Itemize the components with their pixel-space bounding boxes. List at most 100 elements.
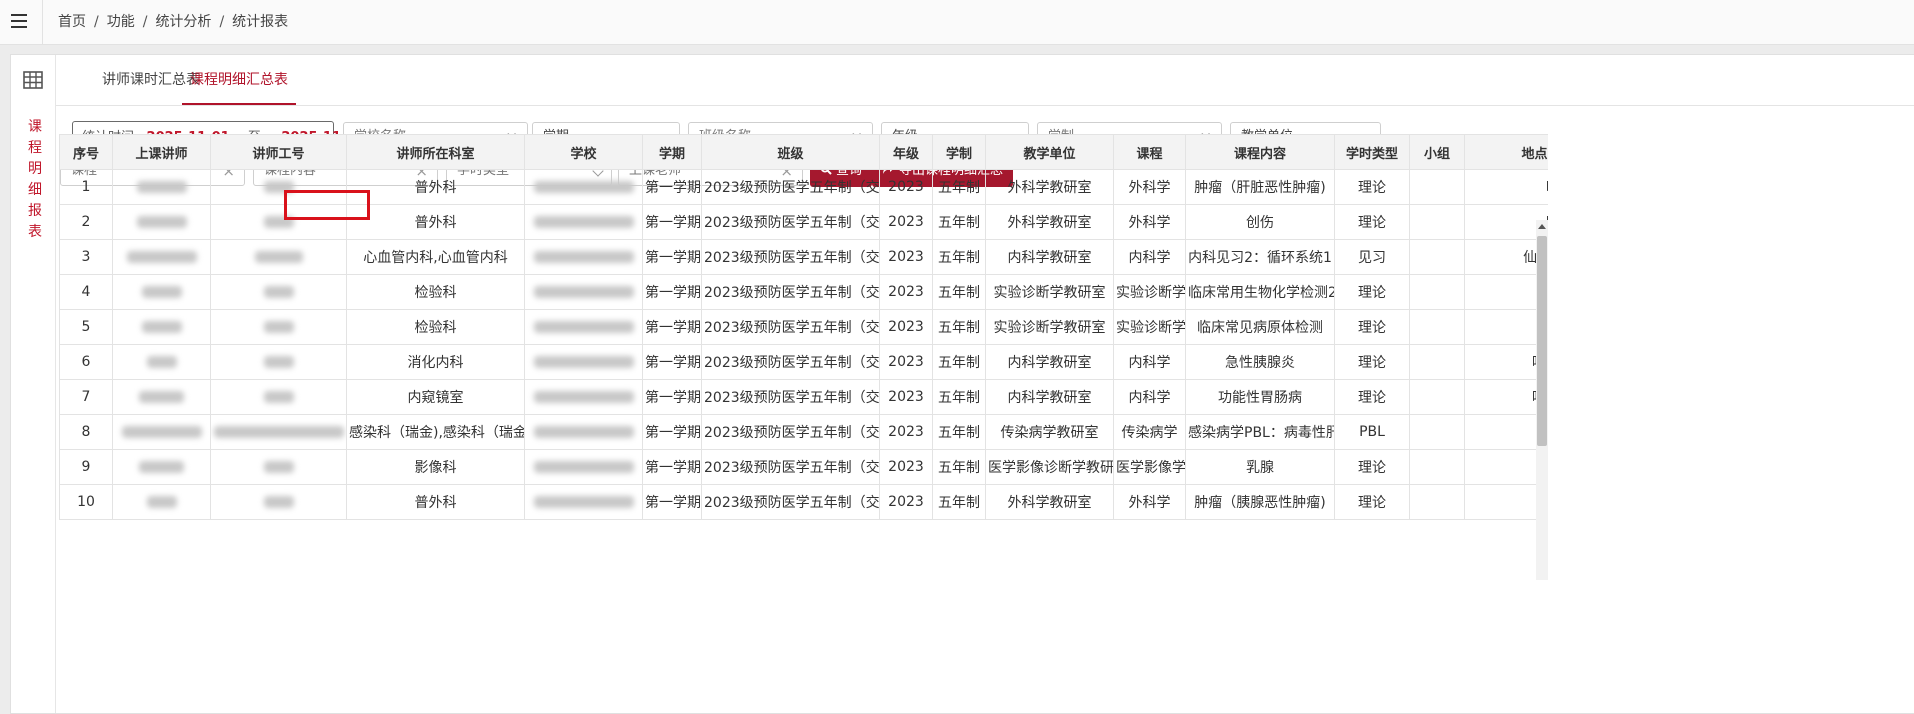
redacted-value — [533, 356, 634, 368]
school — [524, 379, 643, 415]
redacted-value — [533, 426, 634, 438]
group — [1409, 204, 1465, 240]
group — [1409, 274, 1465, 310]
course: 外科学 — [1113, 169, 1186, 205]
scroll-thumb[interactable] — [1537, 236, 1547, 446]
teacher-name — [112, 449, 211, 485]
table-icon[interactable] — [23, 71, 43, 89]
hour-type: 理论 — [1334, 379, 1410, 415]
row-index: 9 — [59, 449, 113, 485]
table-row[interactable]: 8 感染科（瑞金),感染科（瑞金) 第一学期2023级预防医学五年制（交医)2023… — [59, 414, 1548, 450]
term: 第一学期 — [642, 239, 702, 275]
teacher-name — [112, 239, 211, 275]
teacher-id — [210, 449, 347, 485]
system: 五年制 — [932, 274, 986, 310]
redacted-value — [146, 496, 177, 508]
content: 肿瘤（肝脏恶性肿瘤) — [1185, 169, 1335, 205]
table-row[interactable]: 6 消化内科 第一学期2023级预防医学五年制（交医)2023五年制内科学教研室内科… — [59, 344, 1548, 380]
content: 临床常用生物化学检测2 — [1185, 274, 1335, 310]
table-row[interactable]: 3心血管内科,心血管内科第一学期2023级预防医学五年制（交医)2023五年制内… — [59, 239, 1548, 275]
redacted-value — [533, 286, 634, 298]
table-row[interactable]: 1 普外科 第一学期2023级预防医学五年制（交医)2023五年制外科学教研室外科学… — [59, 169, 1548, 205]
header-department: 讲师所在科室 — [346, 134, 525, 170]
course: 实验诊断学 — [1113, 309, 1186, 345]
redacted-value — [126, 251, 197, 263]
class-name: 2023级预防医学五年制（交医) — [701, 484, 880, 520]
unit: 内科学教研室 — [985, 344, 1114, 380]
hour-type: 理论 — [1334, 344, 1410, 380]
row-index: 7 — [59, 379, 113, 415]
class-name: 2023级预防医学五年制（交医) — [701, 239, 880, 275]
teacher-name — [112, 379, 211, 415]
breadcrumb-current: 统计报表 — [232, 14, 289, 30]
table-row[interactable]: 5 检验科 第一学期2023级预防医学五年制（交医)2023五年制实验诊断学教研室实… — [59, 309, 1548, 345]
course: 内科学 — [1113, 379, 1186, 415]
teacher-name — [112, 169, 211, 205]
header-group: 小组 — [1409, 134, 1465, 170]
grade: 2023 — [879, 239, 933, 275]
table-row[interactable]: 10 普外科 第一学期2023级预防医学五年制（交医)2023五年制外科学教研室外科… — [59, 484, 1548, 520]
unit: 实验诊断学教研室 — [985, 274, 1114, 310]
data-table: 序号 上课讲师 讲师工号 讲师所在科室 学校 学期 班级 年级 学制 教学单位 课程 课程内容 学时类型… — [59, 134, 1548, 658]
redacted-value — [263, 216, 294, 228]
group — [1409, 449, 1465, 485]
unit: 医学影像诊断学教研室 — [985, 449, 1114, 485]
content: 感染病学PBL：病毒性肝炎 — [1185, 414, 1335, 450]
table-row[interactable]: 9 影像科 第一学期2023级预防医学五年制（交医)2023五年制医学影像诊断学教研… — [59, 449, 1548, 485]
header-school: 学校 — [524, 134, 643, 170]
table-row[interactable]: 2 普外科 第一学期2023级预防医学五年制（交医)2023五年制外科学教研室外科学… — [59, 204, 1548, 240]
breadcrumb-home[interactable]: 首页 — [58, 14, 86, 30]
row-index: 4 — [59, 274, 113, 310]
breadcrumb: 首页 / 功能 / 统计分析 / 统计报表 — [58, 14, 289, 30]
course: 外科学 — [1113, 204, 1186, 240]
grade: 2023 — [879, 169, 933, 205]
teacher-id — [210, 379, 347, 415]
term: 第一学期 — [642, 449, 702, 485]
redacted-value — [533, 216, 634, 228]
header-hour-type: 学时类型 — [1334, 134, 1410, 170]
header-system: 学制 — [932, 134, 986, 170]
system: 五年制 — [932, 239, 986, 275]
teacher-id — [210, 309, 347, 345]
system: 五年制 — [932, 379, 986, 415]
redacted-value — [263, 181, 294, 193]
term: 第一学期 — [642, 274, 702, 310]
department: 检验科 — [346, 309, 525, 345]
breadcrumb-function[interactable]: 功能 — [107, 14, 135, 30]
breadcrumb-statistics[interactable]: 统计分析 — [155, 14, 211, 30]
system: 五年制 — [932, 414, 986, 450]
tab-course-detail[interactable]: 课程明细汇总表 — [182, 55, 296, 105]
redacted-value — [146, 356, 177, 368]
grade: 2023 — [879, 344, 933, 380]
school — [524, 449, 643, 485]
menu-toggle-icon[interactable] — [6, 7, 36, 37]
school — [524, 484, 643, 520]
redacted-value — [254, 251, 303, 263]
course: 医学影像学 — [1113, 449, 1186, 485]
system: 五年制 — [932, 169, 986, 205]
grade: 2023 — [879, 379, 933, 415]
group — [1409, 414, 1465, 450]
redacted-value — [263, 391, 294, 403]
scroll-up-icon[interactable] — [1538, 224, 1546, 229]
teacher-id — [210, 414, 347, 450]
location: 哈密路教 — [1464, 169, 1548, 205]
teacher-id — [210, 169, 347, 205]
class-name: 2023级预防医学五年制（交医) — [701, 414, 880, 450]
department: 心血管内科,心血管内科 — [346, 239, 525, 275]
teacher-id — [210, 239, 347, 275]
group — [1409, 169, 1465, 205]
department: 感染科（瑞金),感染科（瑞金) — [346, 414, 525, 450]
table-row[interactable]: 4 检验科 第一学期2023级预防医学五年制（交医)2023五年制实验诊断学教研室实… — [59, 274, 1548, 310]
side-strip: 课程明细报表 — [11, 55, 56, 713]
unit: 外科学教研室 — [985, 204, 1114, 240]
unit: 传染病学教研室 — [985, 414, 1114, 450]
content: 创伤 — [1185, 204, 1335, 240]
header-teacher: 上课讲师 — [112, 134, 211, 170]
vertical-scrollbar[interactable] — [1536, 220, 1548, 580]
table-row[interactable]: 7 内窥镜室 第一学期2023级预防医学五年制（交医)2023五年制内科学教研室内科… — [59, 379, 1548, 415]
content: 临床常见病原体检测 — [1185, 309, 1335, 345]
row-index: 10 — [59, 484, 113, 520]
class-name: 2023级预防医学五年制（交医) — [701, 204, 880, 240]
header-location: 地点 — [1464, 134, 1548, 170]
